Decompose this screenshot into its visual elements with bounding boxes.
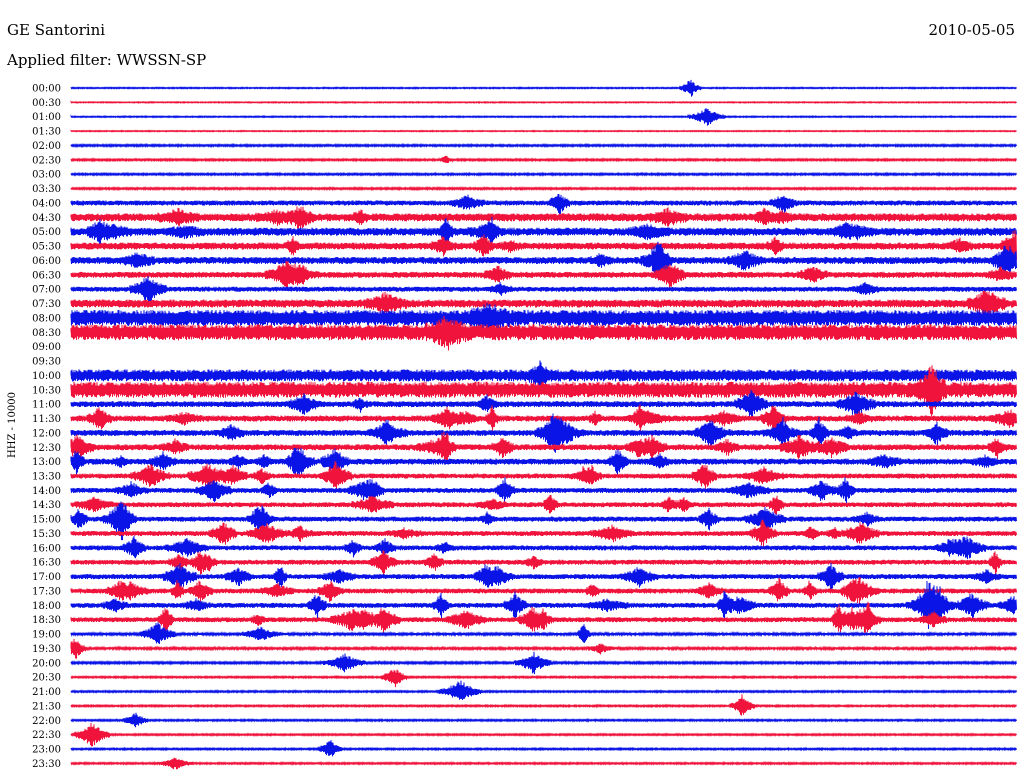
time-label: 01:30 [32, 127, 61, 138]
trace-line [70, 260, 1017, 289]
time-label: 02:00 [32, 141, 61, 152]
trace-line [70, 757, 1017, 770]
time-label: 05:00 [32, 227, 61, 238]
trace-line [70, 535, 1017, 560]
trace-line [70, 79, 1017, 97]
time-label: 16:30 [32, 558, 61, 569]
time-label: 08:00 [32, 313, 61, 324]
time-label: 04:30 [32, 213, 61, 224]
time-label: 18:30 [32, 615, 61, 626]
trace-line [70, 550, 1017, 576]
time-label: 20:30 [32, 673, 61, 684]
time-label: 03:00 [32, 170, 61, 181]
time-label: 09:30 [32, 357, 61, 368]
trace-line [70, 171, 1017, 177]
time-label: 18:00 [32, 601, 61, 612]
trace-line [70, 519, 1017, 548]
time-label: 22:00 [32, 716, 61, 727]
time-label: 07:30 [32, 299, 61, 310]
time-label: 08:30 [32, 328, 61, 339]
time-label: 06:30 [32, 270, 61, 281]
time-label: 17:30 [32, 586, 61, 597]
trace-line [70, 694, 1017, 716]
trace-line [70, 100, 1017, 105]
time-label: 01:00 [32, 112, 61, 123]
y-axis-label: HHZ - 10000 [7, 392, 18, 458]
time-label: 17:00 [32, 572, 61, 583]
helicorder-plot: 00:00 00:30 01:00 01:30 02:00 02:30 03:00 03:30… [7, 79, 1017, 770]
trace-line [70, 722, 1017, 747]
time-label: 21:00 [32, 687, 61, 698]
time-label: 23:30 [32, 759, 61, 770]
time-label: 00:00 [32, 84, 61, 95]
trace-line [70, 712, 1017, 728]
trace-line [70, 680, 1017, 701]
time-label: 10:00 [32, 371, 61, 382]
trace-line [70, 577, 1017, 605]
time-label: 21:30 [32, 701, 61, 712]
time-label: 19:00 [32, 630, 61, 641]
time-label: 10:30 [32, 385, 61, 396]
time-label: 04:00 [32, 198, 61, 209]
trace-line [70, 276, 1017, 303]
time-label: 06:00 [32, 256, 61, 267]
time-label-group: 00:00 00:30 01:00 01:30 02:00 02:30 03:00 03:30… [32, 84, 61, 770]
time-label: 22:30 [32, 730, 61, 741]
trace-line [70, 740, 1017, 757]
time-label: 14:00 [32, 486, 61, 497]
trace-line [70, 651, 1017, 675]
time-label: 20:00 [32, 658, 61, 669]
time-label: 11:00 [32, 400, 61, 411]
time-label: 19:30 [32, 644, 61, 655]
time-label: 13:00 [32, 457, 61, 468]
time-label: 03:30 [32, 184, 61, 195]
time-label: 15:00 [32, 515, 61, 526]
time-label: 05:30 [32, 242, 61, 253]
trace-line [70, 155, 1017, 164]
trace-line [70, 129, 1017, 133]
time-label: 12:00 [32, 428, 61, 439]
time-label: 16:00 [32, 543, 61, 554]
time-label: 13:30 [32, 471, 61, 482]
trace-line [70, 185, 1017, 192]
trace-line [70, 638, 1017, 659]
time-label: 11:30 [32, 414, 61, 425]
time-label: 15:30 [32, 529, 61, 540]
trace-line [70, 562, 1017, 591]
trace-line [70, 206, 1017, 231]
time-label: 23:00 [32, 745, 61, 756]
trace-line [70, 142, 1017, 149]
trace-line [70, 193, 1017, 216]
time-label: 02:30 [32, 155, 61, 166]
trace-line [70, 108, 1017, 126]
time-label: 09:00 [32, 342, 61, 353]
trace-group [70, 79, 1017, 770]
trace-line [70, 477, 1017, 504]
time-label: 12:30 [32, 443, 61, 454]
trace-line [70, 669, 1017, 688]
time-label: 14:30 [32, 500, 61, 511]
time-label: 07:00 [32, 285, 61, 296]
time-label: 00:30 [32, 98, 61, 109]
